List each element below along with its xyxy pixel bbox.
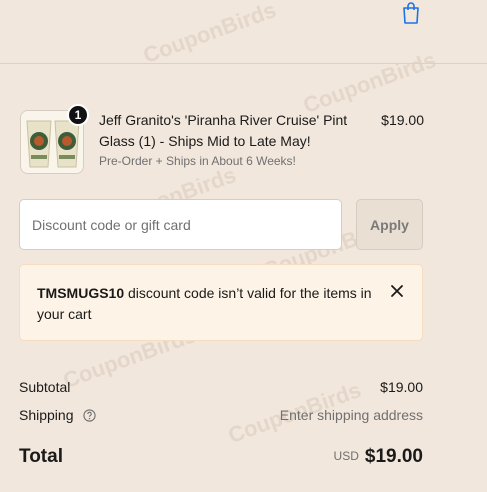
- product-price: $19.00: [381, 112, 424, 128]
- total-row: Total USD $19.00: [19, 446, 423, 468]
- subtotal-label: Subtotal: [19, 379, 71, 395]
- currency-code: USD: [333, 449, 359, 463]
- quantity-badge: 1: [67, 104, 89, 126]
- cart-line-item: 1 Jeff Granito's 'Piranha River Cruise' …: [20, 104, 424, 174]
- total-value: $19.00: [364, 446, 423, 467]
- help-icon[interactable]: [83, 409, 97, 422]
- total-amount-group: USD $19.00: [334, 446, 423, 468]
- discount-code-input[interactable]: [19, 199, 342, 250]
- subtotal-value: $19.00: [380, 379, 423, 395]
- shipping-value: Enter shipping address: [279, 407, 423, 423]
- discount-error-message: TMSMUGS10 discount code isn’t valid for …: [37, 283, 377, 325]
- discount-error-banner: TMSMUGS10 discount code isn’t valid for …: [19, 264, 423, 341]
- shipping-label: Shipping: [19, 407, 74, 423]
- header-bar: [0, 0, 487, 64]
- close-icon[interactable]: [390, 284, 404, 298]
- product-subtitle: Pre-Order + Ships in About 6 Weeks!: [99, 154, 296, 168]
- apply-discount-button[interactable]: Apply: [356, 199, 423, 250]
- product-title: Jeff Granito's 'Piranha River Cruise' Pi…: [99, 112, 348, 149]
- shipping-row: Shipping Enter shipping address: [19, 407, 423, 423]
- discount-code-text: TMSMUGS10: [37, 285, 125, 301]
- shopping-bag-icon[interactable]: [400, 1, 422, 25]
- total-label: Total: [19, 446, 63, 467]
- subtotal-row: Subtotal $19.00: [19, 379, 423, 395]
